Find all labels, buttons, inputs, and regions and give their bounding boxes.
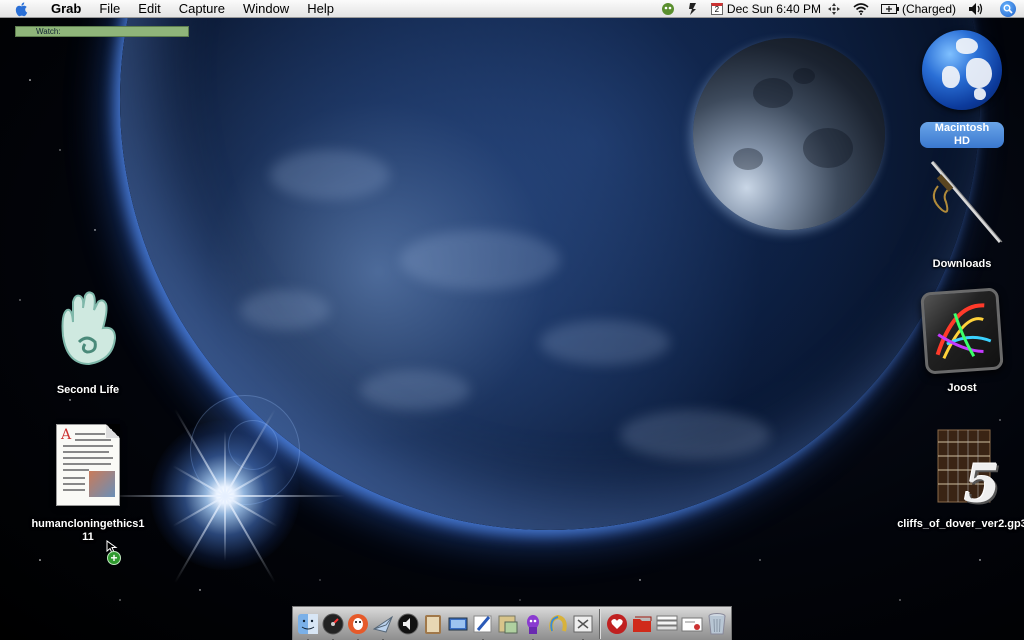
- grab-icon: [573, 615, 592, 632]
- desktop-icon-cliffs-of-dover[interactable]: 5 cliffs_of_dover_ver2.gp3: [897, 428, 1024, 531]
- menu-help[interactable]: Help: [298, 0, 343, 18]
- clock-text[interactable]: Dec Sun 6:40 PM: [727, 2, 821, 16]
- watch-label: Watch:: [36, 27, 61, 36]
- battery-icon: [880, 3, 899, 14]
- trash-icon: [708, 612, 725, 634]
- document-drop-cap: A: [61, 427, 72, 443]
- dock-preview[interactable]: [496, 611, 520, 637]
- document-stack-icon: [656, 615, 677, 630]
- macintosh-hd-label: Macintosh HD: [920, 122, 1004, 148]
- chat-icon: [347, 613, 368, 634]
- desktop-icon-second-life[interactable]: Second Life: [40, 290, 136, 397]
- heart-icon: [606, 613, 627, 634]
- moon: [693, 38, 885, 230]
- guitar-pro-logo-digit: 5: [964, 454, 1001, 515]
- joost-label: Joost: [947, 382, 977, 394]
- dashboard-icon: [322, 613, 343, 634]
- downloads-label: Downloads: [932, 258, 992, 270]
- dock-certificate[interactable]: [680, 611, 704, 637]
- pen-icon: [473, 615, 491, 632]
- menu-app-grab[interactable]: Grab: [42, 0, 90, 18]
- dock-document-stack[interactable]: [655, 611, 679, 637]
- battery-status: (Charged): [901, 1, 956, 16]
- desktop-icon-document[interactable]: A humancloningethics111: [30, 424, 146, 544]
- mail-icon: [372, 615, 393, 633]
- calendar-menu[interactable]: 2 Dec Sun 6:40 PM: [710, 2, 821, 16]
- cliffs-label: cliffs_of_dover_ver2.gp3: [897, 518, 1024, 530]
- copy-badge-icon: +: [107, 551, 121, 565]
- wifi-icon[interactable]: [853, 2, 869, 15]
- dock-mail[interactable]: [371, 611, 395, 640]
- second-life-hand-icon: [61, 291, 117, 366]
- menu-edit[interactable]: Edit: [129, 0, 169, 18]
- speaker-icon: [397, 613, 418, 634]
- dock-alien-app[interactable]: [521, 611, 545, 640]
- volume-icon[interactable]: [968, 2, 984, 16]
- alien-icon: [526, 614, 539, 634]
- desktop-icon-downloads[interactable]: Downloads: [915, 158, 1009, 271]
- desktop-icon-macintosh-hd[interactable]: Macintosh HD: [920, 30, 1004, 148]
- spaces-icon[interactable]: [827, 2, 841, 16]
- apple-menu-icon[interactable]: [14, 1, 30, 17]
- desktop-icon-joost[interactable]: Joost: [915, 287, 1009, 395]
- spotlight-search-icon[interactable]: [1000, 0, 1016, 17]
- certificate-icon: [681, 617, 702, 631]
- second-life-label: Second Life: [56, 384, 120, 396]
- dock-separator: [599, 608, 600, 639]
- dock-horseshoe[interactable]: [546, 611, 570, 637]
- menu-window[interactable]: Window: [234, 0, 298, 18]
- dock-finder[interactable]: [296, 611, 320, 640]
- battery-menu[interactable]: (Charged): [880, 1, 956, 16]
- menu-capture[interactable]: Capture: [170, 0, 234, 18]
- dock-trash[interactable]: [705, 611, 729, 637]
- sword-downloads-icon: [930, 161, 1003, 243]
- dock-dashboard[interactable]: [321, 611, 345, 640]
- dock-pen-app[interactable]: [471, 611, 495, 640]
- hard-drive-globe-icon: [922, 30, 1002, 110]
- document-file-icon: A: [56, 424, 120, 506]
- horseshoe-icon: [548, 614, 567, 631]
- dock: [292, 606, 732, 640]
- document-label: humancloningethics111: [31, 518, 145, 543]
- alien-status-icon[interactable]: [661, 2, 675, 16]
- desktop-wallpaper: [0, 0, 1024, 640]
- dock-heart-stack[interactable]: [605, 611, 629, 637]
- folder-icon: [632, 616, 651, 632]
- guitar-pro-file-icon: 5: [920, 428, 1004, 515]
- address-book-icon: [424, 614, 441, 634]
- menu-file[interactable]: File: [90, 0, 129, 18]
- dock-address-book[interactable]: [421, 611, 445, 637]
- menu-bar: Grab File Edit Capture Window Help 2 Dec…: [0, 0, 1024, 18]
- dock-grab[interactable]: [571, 611, 595, 640]
- dock-speaker[interactable]: [396, 611, 420, 637]
- watch-bar[interactable]: Watch:: [15, 26, 189, 37]
- script-menu-icon[interactable]: [687, 2, 699, 16]
- dock-chat[interactable]: [346, 611, 370, 640]
- preview-icon: [498, 615, 517, 633]
- dock-keynote[interactable]: [446, 611, 470, 637]
- joost-app-icon: [920, 287, 1004, 375]
- dock-folder-stack[interactable]: [630, 611, 654, 637]
- finder-icon: [297, 613, 318, 634]
- calendar-icon: 2: [710, 2, 723, 15]
- keynote-icon: [448, 617, 467, 630]
